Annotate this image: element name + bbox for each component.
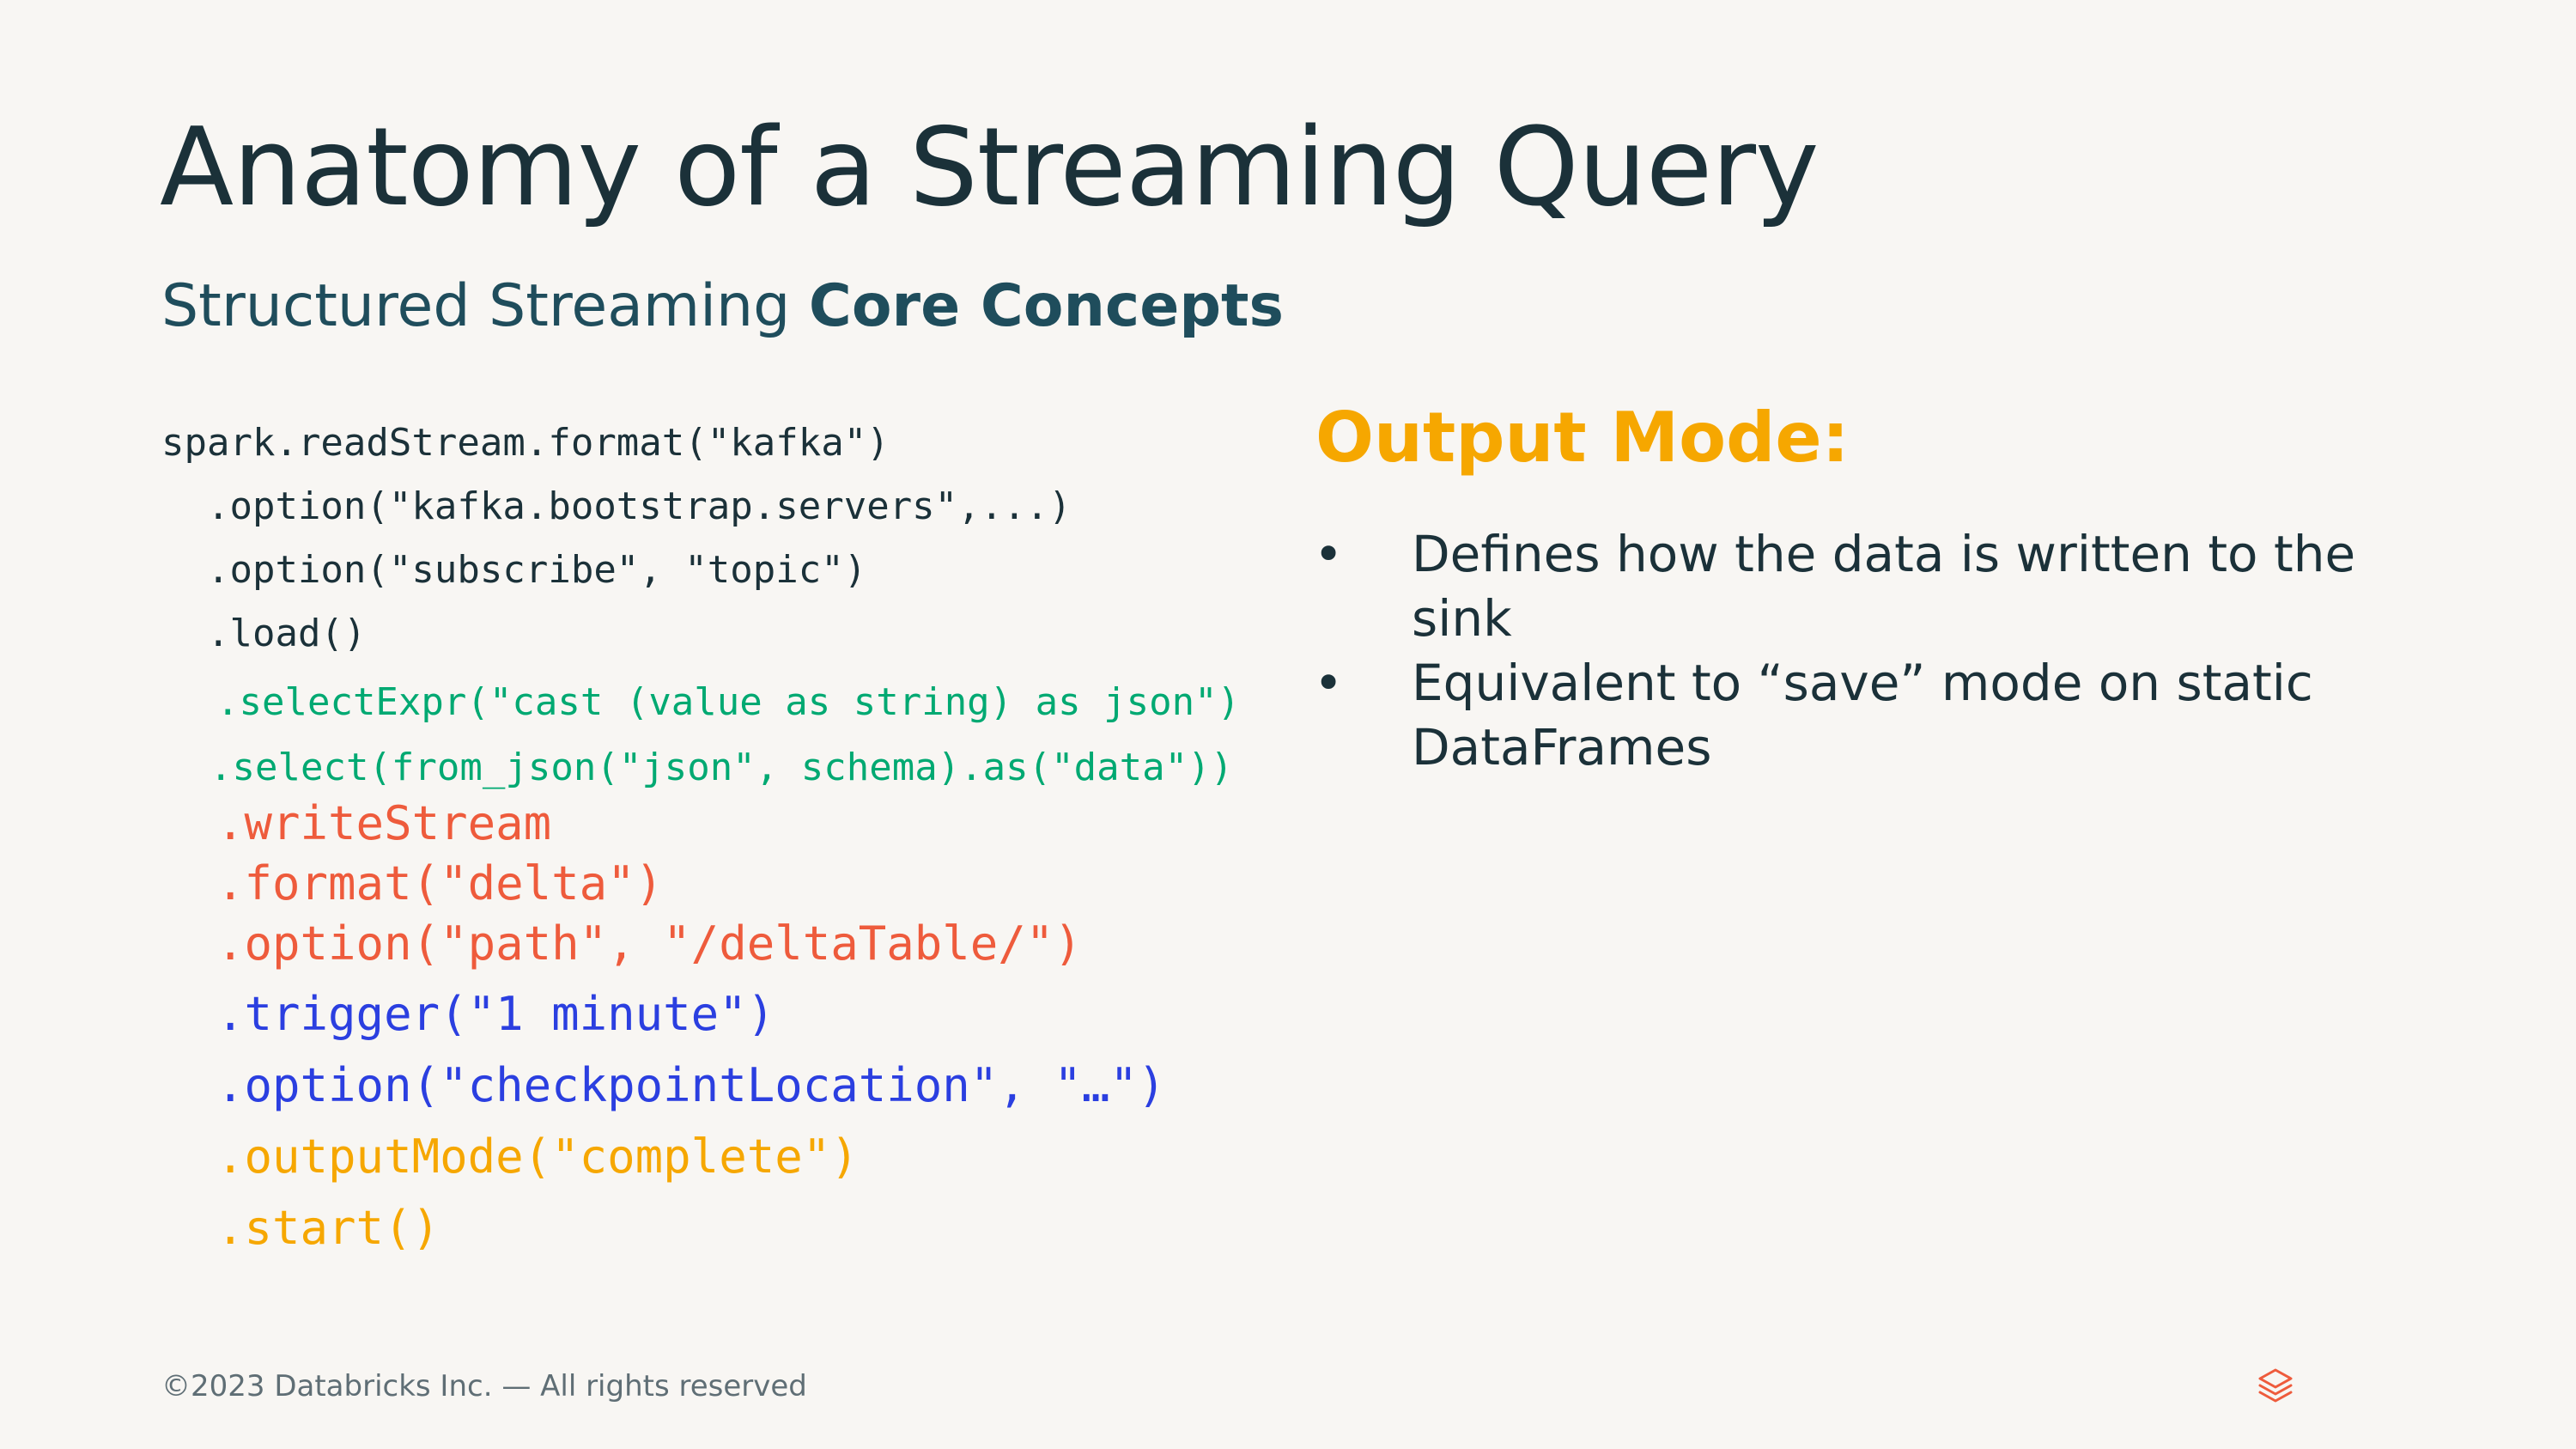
code-line-format-delta: .format("delta"): [216, 856, 664, 910]
bullet-dot-icon: •: [1314, 654, 1344, 712]
bullet-text: Equivalent to “save” mode on static Data…: [1412, 654, 2313, 776]
code-line-option-checkpoint: .option("checkpointLocation", "…"): [216, 1058, 1166, 1112]
code-line-start: .start(): [216, 1201, 440, 1255]
output-mode-bullets: • Defines how the data is written to the…: [1314, 522, 2430, 780]
code-block: spark.readStream.format("kafka") .option…: [0, 0, 1305, 1288]
output-mode-heading: Output Mode:: [1315, 398, 1850, 478]
code-line-write-stream: .writeStream: [216, 796, 552, 850]
code-line-option-bootstrap: .option("kafka.bootstrap.servers",...): [161, 484, 1072, 528]
footer-copyright: ©2023 Databricks Inc. — All rights reser…: [161, 1369, 807, 1403]
bullet-item: • Equivalent to “save” mode on static Da…: [1314, 651, 2430, 780]
code-line-select-expr: .selectExpr("cast (value as string) as j…: [216, 680, 1241, 724]
code-line-load: .load(): [161, 612, 367, 655]
code-line-trigger: .trigger("1 minute"): [216, 987, 775, 1041]
code-line-read-stream: spark.readStream.format("kafka"): [161, 421, 890, 465]
code-line-output-mode: .outputMode("complete"): [216, 1129, 859, 1184]
bullet-item: • Defines how the data is written to the…: [1314, 522, 2430, 651]
code-line-option-path: .option("path", "/deltaTable/"): [216, 916, 1082, 971]
code-line-option-subscribe: .option("subscribe", "topic"): [161, 548, 867, 592]
bullet-dot-icon: •: [1314, 525, 1344, 583]
code-line-select-from-json: .select(from_json("json", schema).as("da…: [210, 746, 1234, 789]
databricks-logo-icon: [2258, 1368, 2293, 1403]
bullet-text: Defines how the data is written to the s…: [1412, 525, 2356, 648]
